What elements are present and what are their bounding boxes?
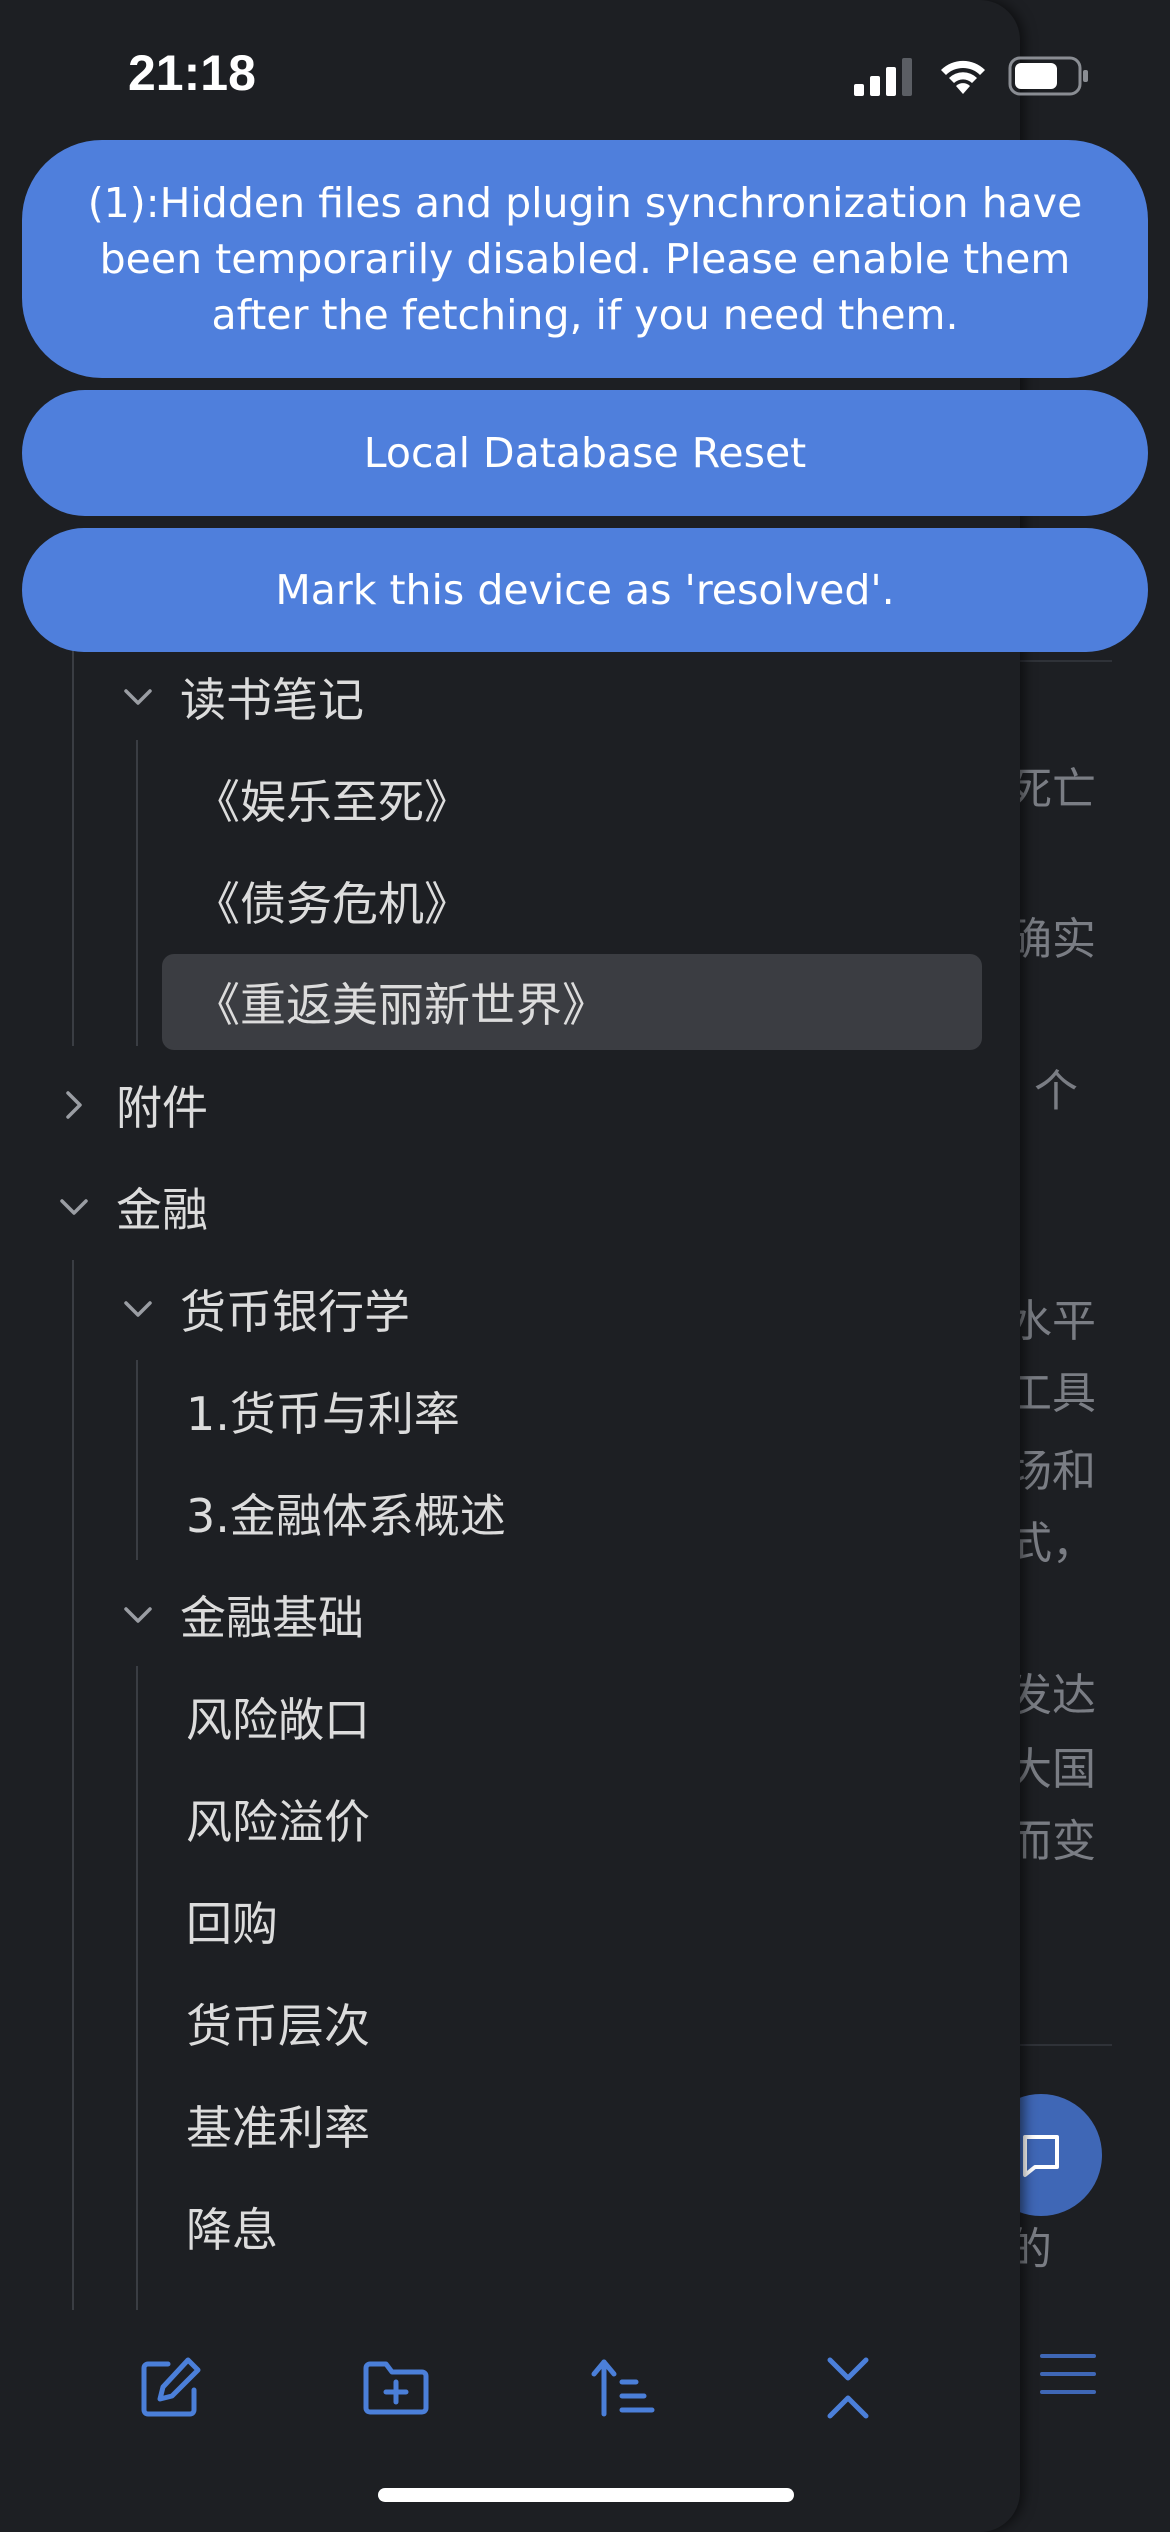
file-item[interactable]: 风险溢价 — [186, 1772, 370, 1866]
cellular-signal-icon — [854, 58, 912, 96]
folder-money-banking[interactable]: 货币银行学 — [118, 1262, 410, 1356]
file-item[interactable]: 基准利率 — [186, 2078, 370, 2172]
new-folder-icon — [363, 2361, 429, 2415]
collapse-all-icon — [827, 2357, 869, 2419]
local-database-reset-button[interactable]: Local Database Reset — [22, 390, 1148, 516]
file-label: 风险敞口 — [186, 1693, 370, 1747]
editor-text-line: 场和 — [1008, 1446, 1096, 1497]
reset-button-label: Local Database Reset — [363, 429, 807, 477]
folder-reading-notes[interactable]: 读书笔记 — [118, 650, 364, 744]
file-item[interactable]: 货币层次 — [186, 1976, 370, 2070]
editor-text-line: 的 — [1008, 2224, 1052, 2275]
indent-guide — [136, 1666, 138, 2310]
file-label: 1.货币与利率 — [186, 1387, 460, 1441]
editor-divider — [1020, 2044, 1112, 2046]
folder-label: 金融基础 — [180, 1591, 364, 1645]
file-explorer-toolbar — [0, 2310, 1020, 2470]
editor-text-line: 工具 — [1008, 1368, 1096, 1419]
folder-label: 附件 — [116, 1081, 208, 1135]
battery-icon — [1008, 56, 1088, 96]
indent-guide — [136, 740, 138, 1046]
wifi-icon — [941, 60, 985, 94]
indent-guide — [72, 1260, 74, 2310]
folder-label: 金融 — [116, 1183, 208, 1237]
folder-attachments[interactable]: 附件 — [54, 1058, 208, 1152]
file-item[interactable]: 降息 — [186, 2180, 278, 2274]
chevron-down-icon — [54, 1187, 94, 1227]
file-item[interactable]: 回购 — [186, 1874, 278, 1968]
file-item[interactable]: 3.金融体系概述 — [186, 1466, 506, 1560]
editor-text-line: 式， — [1008, 1518, 1096, 1569]
app-screen: 死亡 确实 个 水平 工具 场和 式， 发达 大国 而变 的 读书笔记 《娱乐至… — [0, 0, 1170, 2532]
mark-resolved-button[interactable]: Mark this device as 'resolved'. — [22, 528, 1148, 652]
sort-icon — [591, 2359, 655, 2417]
file-item[interactable]: 1.货币与利率 — [186, 1364, 460, 1458]
file-label: 《债务危机》 — [194, 877, 470, 931]
sort-button[interactable] — [582, 2348, 662, 2428]
folder-label: 货币银行学 — [180, 1285, 410, 1339]
status-bar: 21:18 — [0, 0, 1170, 150]
sync-notice-banner[interactable]: (1):Hidden files and plugin synchronizat… — [22, 140, 1148, 378]
file-label: 风险溢价 — [186, 1795, 370, 1849]
editor-text-line: 发达 — [1008, 1670, 1096, 1721]
file-label: 货币层次 — [186, 1999, 370, 2053]
new-note-icon — [141, 2357, 201, 2417]
file-item[interactable]: 《债务危机》 — [194, 854, 470, 948]
book-icon — [1023, 2135, 1059, 2177]
folder-finance[interactable]: 金融 — [54, 1160, 208, 1254]
file-item[interactable]: 风险敞口 — [186, 1670, 370, 1764]
file-label: 基准利率 — [186, 2101, 370, 2155]
indent-guide — [72, 646, 74, 1046]
file-item[interactable]: 《娱乐至死》 — [194, 752, 470, 846]
editor-text-line: 死亡 — [1008, 764, 1096, 815]
editor-text-line: 而变 — [1008, 1816, 1096, 1867]
indent-guide — [136, 1360, 138, 1560]
file-label: 3.金融体系概述 — [186, 1489, 506, 1543]
status-time: 21:18 — [128, 45, 256, 101]
file-label: 《娱乐至死》 — [194, 775, 470, 829]
file-explorer-drawer: 读书笔记 《娱乐至死》 《债务危机》 《重返美丽新世界》 附件 金融 货币银行学… — [0, 0, 1020, 2532]
file-label: 回购 — [186, 1897, 278, 1951]
file-item-active[interactable]: 《重返美丽新世界》 — [162, 954, 982, 1050]
menu-icon[interactable] — [1040, 2350, 1096, 2398]
new-folder-button[interactable] — [356, 2348, 436, 2428]
new-note-button[interactable] — [130, 2348, 210, 2428]
editor-text-line: 水平 — [1008, 1296, 1096, 1347]
home-indicator — [378, 2488, 794, 2502]
chevron-down-icon — [118, 1289, 158, 1329]
editor-text-line: 个 — [1034, 1066, 1078, 1117]
folder-finance-basics[interactable]: 金融基础 — [118, 1568, 364, 1662]
chevron-down-icon — [118, 1595, 158, 1635]
editor-divider — [1020, 660, 1112, 662]
file-label: 降息 — [186, 2203, 278, 2257]
editor-text-line: 大国 — [1008, 1744, 1096, 1795]
sync-notice-text: (1):Hidden files and plugin synchronizat… — [87, 179, 1083, 339]
chevron-right-icon — [54, 1085, 94, 1125]
chevron-down-icon — [118, 677, 158, 717]
file-label: 《重返美丽新世界》 — [194, 978, 608, 1032]
collapse-all-button[interactable] — [808, 2348, 888, 2428]
folder-label: 读书笔记 — [180, 673, 364, 727]
editor-text-line: 确实 — [1008, 914, 1096, 965]
resolved-button-label: Mark this device as 'resolved'. — [275, 566, 895, 614]
